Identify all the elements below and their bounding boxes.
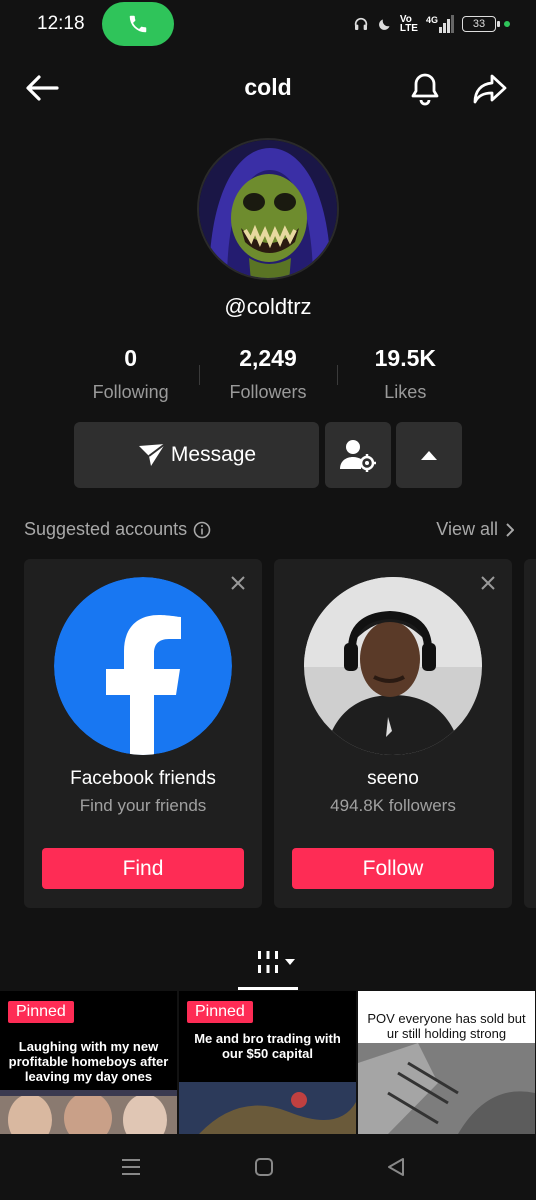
toggle-suggestions-button[interactable] [396,422,462,488]
find-button[interactable]: Find [42,848,244,889]
view-all-link[interactable]: View all [436,519,514,540]
video-caption: Laughing with my new profitable homeboys… [8,1039,169,1084]
next-card-peek[interactable] [524,559,536,908]
card-subtitle: Find your friends [79,796,207,815]
status-bar: 12:18 Vo LTE 4G 33 [0,0,536,48]
account-settings-button[interactable] [325,422,391,488]
video-thumbnail[interactable]: POV everyone has sold but ur still holdi… [358,991,535,1134]
card-name: Facebook friends [70,768,216,789]
send-icon [138,443,166,466]
profile-header: cold [0,60,536,116]
stat-following[interactable]: 0 Following [62,345,199,407]
caret-up-icon [421,451,437,460]
back-triangle-icon [388,1158,404,1176]
stat-followers[interactable]: 2,249 Followers [199,345,336,407]
share-button[interactable] [468,68,512,110]
suggested-card[interactable]: Facebook friends Find your friends Find [24,559,262,908]
caret-down-icon [285,959,295,965]
follow-button[interactable]: Follow [292,848,494,889]
stat-label: Followers [229,382,307,402]
stat-label: Following [92,382,169,402]
facebook-logo [54,577,232,755]
notifications-button[interactable] [404,68,446,110]
person-photo [304,577,482,755]
video-thumbnail[interactable]: Pinned Laughing with my new profitable h… [0,991,177,1134]
suggested-title: Suggested accounts [24,519,211,540]
chevron-right-icon [506,522,514,537]
profile-avatar[interactable] [197,138,339,280]
username: @coldtrz [224,294,312,319]
moon-icon [378,19,390,30]
battery-icon: 33 [462,16,500,32]
home-button[interactable] [249,1154,279,1180]
message-button[interactable]: Message [74,422,319,488]
pinned-badge: Pinned [187,1001,253,1023]
recents-button[interactable] [116,1154,146,1180]
home-square-icon [255,1158,273,1176]
video-preview-image [0,1090,177,1134]
video-thumbnail[interactable]: Pinned Me and bro trading with our $50 c… [179,991,356,1134]
close-icon [481,576,495,590]
stat-value: 0 [124,345,138,371]
close-icon [231,576,245,590]
bell-icon [411,73,439,106]
share-icon [473,74,507,104]
suggested-card[interactable]: seeno 494.8K followers Follow [274,559,512,908]
status-icons: Vo LTE 4G 33 [353,14,510,34]
system-nav-bar [0,1134,536,1200]
stat-value: 2,249 [239,345,297,371]
stat-label: Likes [384,382,427,402]
card-subtitle: 494.8K followers [330,796,456,815]
phone-icon [129,15,147,33]
info-icon[interactable] [193,521,211,539]
grid-icon [258,951,278,973]
volte-label: Vo LTE [399,14,418,34]
dismiss-card-button[interactable] [228,573,248,593]
dismiss-card-button[interactable] [478,573,498,593]
ongoing-call-indicator[interactable] [102,2,174,46]
suggested-header: Suggested accounts View all [24,517,514,543]
nav-back-button[interactable] [381,1154,411,1180]
page-title: cold [244,74,292,100]
person-settings-icon [340,440,376,472]
facebook-icon [54,577,232,755]
stat-likes[interactable]: 19.5K Likes [336,345,474,407]
signal-icon: 4G [426,15,454,33]
video-grid: Pinned Laughing with my new profitable h… [0,991,536,1134]
user-avatar[interactable] [304,577,482,755]
card-name: seeno [367,768,419,789]
headphones-icon [354,17,367,30]
videos-tab[interactable] [252,944,298,980]
active-tab-indicator [238,987,298,990]
video-preview-image [179,1082,356,1134]
video-preview-image [358,1043,535,1134]
video-caption: Me and bro trading with our $50 capital [194,1031,341,1061]
pinned-badge: Pinned [8,1001,74,1023]
status-time: 12:18 [37,13,85,34]
message-label: Message [170,443,257,466]
privacy-dot [504,21,510,27]
profile-stats: 0 Following 2,249 Followers 19.5K Likes [62,345,474,407]
skeletor-avatar-image [199,140,337,278]
menu-icon [122,1159,140,1175]
video-caption: POV everyone has sold but ur still holdi… [367,1011,526,1041]
stat-value: 19.5K [374,345,436,371]
